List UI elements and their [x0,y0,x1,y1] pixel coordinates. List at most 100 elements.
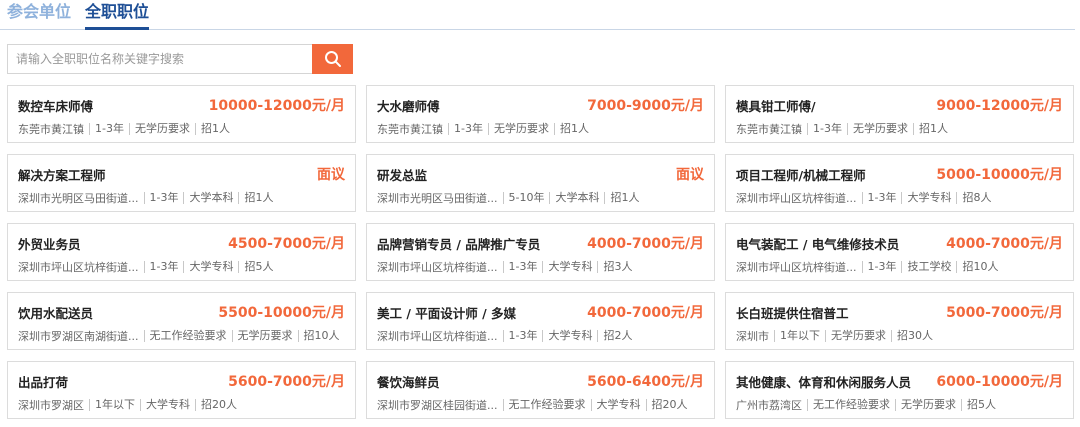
job-location: 东莞市黄江镇 [18,123,84,136]
job-experience: 1年以下 [89,399,135,411]
job-salary: 面议 [317,167,345,183]
job-title[interactable]: 其他健康、体育和休闲服务人员 [736,372,911,391]
job-meta: 深圳市罗湖区南湖街道... 无工作经验要求 无学历要求 招10人 [18,328,340,344]
job-title[interactable]: 出品打荷 [18,372,68,391]
job-experience: 1-3年 [861,192,896,204]
job-title[interactable]: 品牌营销专员 / 品牌推广专员 [377,234,540,253]
job-education: 无学历要求 [231,330,293,342]
job-headcount: 招2人 [597,330,632,342]
job-education: 技工学校 [901,261,951,273]
job-education: 大学专科 [590,399,641,411]
job-title[interactable]: 长白班提供住宿普工 [736,303,849,322]
job-meta: 深圳市坪山区坑梓街道... 1-3年 大学专科 招3人 [377,259,632,275]
job-title[interactable]: 数控车床师傅 [18,96,93,115]
job-card[interactable]: 外贸业务员 4500-7000元/月深圳市坪山区坑梓街道... 1-3年 大学专科 招5… [7,223,356,281]
job-salary: 4000-7000元/月 [587,305,704,321]
job-card[interactable]: 项目工程师/机械工程师 5000-10000元/月深圳市坪山区坑梓街道... 1-3… [725,154,1074,212]
job-card[interactable]: 电气装配工 / 电气维修技术员 4000-7000元/月 深圳市坪山区坑梓街道...… [725,223,1074,281]
job-salary: 面议 [676,167,704,183]
job-title[interactable]: 研发总监 [377,165,427,184]
job-experience: 1-3年 [143,261,178,273]
job-card[interactable]: 其他健康、体育和休闲服务人员 6000-10000元/月广州市荔湾区 无工作经验要求… [725,361,1074,419]
job-headcount: 招20人 [195,399,237,411]
job-title[interactable]: 外贸业务员 [18,234,81,253]
job-salary: 5600-6400元/月 [587,374,704,390]
job-headcount: 招10人 [297,330,340,342]
job-card[interactable]: 饮用水配送员 5500-10000元/月 深圳市罗湖区南湖街道... 无工作经验要求无… [7,292,356,350]
job-card[interactable]: 数控车床师傅 10000-12000元/月 东莞市黄江镇 1-3年 无学历要求 招1人 [7,85,356,143]
job-meta: 深圳市罗湖区桂园街道... 无工作经验要求 大学专科 招20人 [377,397,688,413]
job-meta: 东莞市黄江镇 1-3年 无学历要求 招1人 [18,121,230,137]
job-meta: 广州市荔湾区 无工作经验要求 无学历要求 招5人 [736,397,996,413]
job-salary: 6000-10000元/月 [936,374,1063,390]
job-title[interactable]: 项目工程师/机械工程师 [736,165,866,184]
job-location: 深圳市坪山区坑梓街道... [18,261,139,274]
job-title[interactable]: 模具钳工师傅/ [736,96,816,115]
search-bar [7,44,353,74]
job-education: 无学历要求 [825,330,886,342]
job-experience: 1年以下 [774,330,820,342]
job-card[interactable]: 解决方案工程师 面议深圳市光明区马田街道... 1-3年 大学本科 招1人 [7,154,356,212]
job-card[interactable]: 出品打荷 5600-7000元/月 深圳市罗湖区 1年以下 大学专科 招20人 [7,361,356,419]
job-salary: 5000-10000元/月 [936,167,1063,183]
job-card[interactable]: 大水磨师傅 7000-9000元/月 东莞市黄江镇 1-3年 无学历要求 招1人 [366,85,715,143]
job-location: 广州市荔湾区 [736,399,802,412]
search-button[interactable] [312,44,353,74]
job-meta: 深圳市坪山区坑梓街道... 1-3年 大学专科 招2人 [377,328,632,344]
job-card[interactable]: 模具钳工师傅/9000-12000元/月 东莞市黄江镇 1-3年 无学历要求 招1人 [725,85,1074,143]
job-salary: 4500-7000元/月 [228,236,345,252]
job-location: 深圳市 [736,330,769,343]
job-location: 深圳市罗湖区南湖街道... [18,330,139,343]
job-salary: 4000-7000元/月 [946,236,1063,252]
job-headcount: 招30人 [891,330,933,342]
active-tab-underline [85,27,150,30]
tab-exhibitors[interactable]: 参会单位 [7,1,71,23]
job-title[interactable]: 饮用水配送员 [18,303,93,322]
job-card[interactable]: 美工 / 平面设计师 / 多媒 4000-7000元/月深圳市坪山区坑梓街道...… [366,292,715,350]
job-title[interactable]: 餐饮海鲜员 [377,372,440,391]
job-headcount: 招1人 [604,192,639,204]
job-experience: 无工作经验要求 [807,399,890,411]
job-experience: 1-3年 [502,261,537,273]
job-education: 大学专科 [542,330,592,342]
job-headcount: 招5人 [238,261,273,273]
job-headcount: 招3人 [597,261,632,273]
job-experience: 5-10年 [502,192,544,204]
job-headcount: 招1人 [238,192,273,204]
job-experience: 1-3年 [502,330,537,342]
job-experience: 1-3年 [89,123,124,135]
job-headcount: 招1人 [194,123,230,135]
search-input[interactable] [7,44,312,74]
job-salary: 10000-12000元/月 [208,98,345,114]
job-location: 深圳市坪山区坑梓街道... [736,192,857,205]
job-headcount: 招8人 [956,192,991,204]
job-headcount: 招1人 [553,123,589,135]
job-card[interactable]: 品牌营销专员 / 品牌推广专员 4000-7000元/月 深圳市坪山区坑梓街道...… [366,223,715,281]
search-icon [324,51,341,67]
job-education: 无学历要求 [895,399,956,411]
job-meta: 深圳市罗湖区 1年以下 大学专科 招20人 [18,397,237,413]
job-education: 无学历要求 [846,123,908,135]
job-grid: 数控车床师傅 10000-12000元/月 东莞市黄江镇 1-3年 无学历要求 招1人 大水… [7,85,1074,419]
job-education: 大学专科 [183,261,233,273]
job-headcount: 招5人 [961,399,996,411]
job-title[interactable]: 电气装配工 / 电气维修技术员 [736,234,899,253]
tab-bar: 参会单位 全职职位 [0,0,1075,30]
job-education: 大学本科 [183,192,233,204]
tab-fulltime-jobs[interactable]: 全职职位 [85,1,150,30]
job-experience: 1-3年 [143,192,178,204]
job-salary: 7000-9000元/月 [587,98,704,114]
job-card[interactable]: 长白班提供住宿普工 5000-7000元/月 深圳市 1年以下 无学历要求 招30人 [725,292,1074,350]
job-education: 大学专科 [542,261,592,273]
job-meta: 深圳市坪山区坑梓街道... 1-3年 大学专科 招8人 [736,190,991,206]
job-title[interactable]: 解决方案工程师 [18,165,106,184]
job-meta: 深圳市光明区马田街道... 5-10年 大学本科 招1人 [377,190,639,206]
job-experience: 1-3年 [861,261,896,273]
job-card[interactable]: 餐饮海鲜员 5600-6400元/月深圳市罗湖区桂园街道... 无工作经验要求 大学专… [366,361,715,419]
job-education: 大学专科 [901,192,951,204]
job-experience: 无工作经验要求 [502,399,586,411]
job-meta: 深圳市光明区马田街道... 1-3年 大学本科 招1人 [18,190,273,206]
job-title[interactable]: 大水磨师傅 [377,96,440,115]
job-card[interactable]: 研发总监 面议深圳市光明区马田街道... 5-10年 大学本科 招1人 [366,154,715,212]
job-title[interactable]: 美工 / 平面设计师 / 多媒 [377,303,516,322]
